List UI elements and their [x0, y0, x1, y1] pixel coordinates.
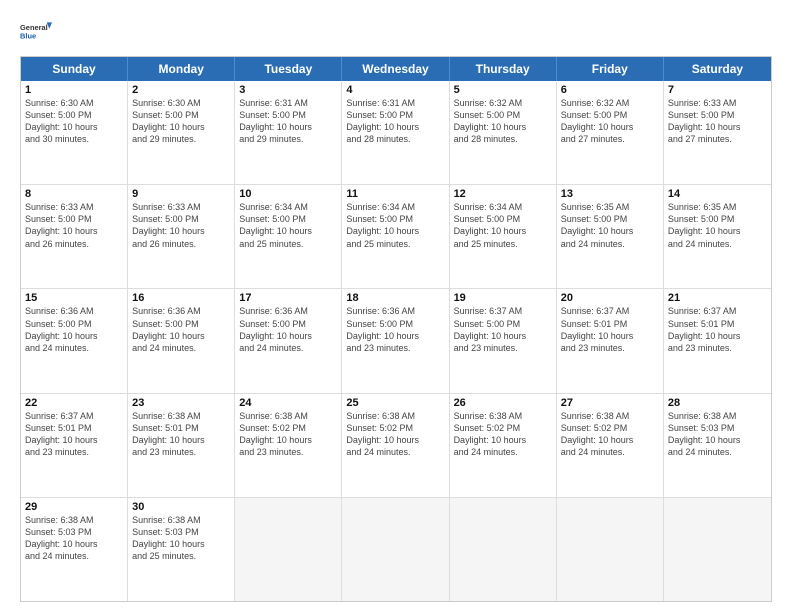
day-20: 20Sunrise: 6:37 AMSunset: 5:01 PMDayligh… — [557, 289, 664, 392]
logo: General Blue — [20, 16, 52, 48]
week-row-4: 29Sunrise: 6:38 AMSunset: 5:03 PMDayligh… — [21, 498, 771, 601]
empty-cell — [342, 498, 449, 601]
header-sunday: Sunday — [21, 57, 128, 81]
day-1: 1Sunrise: 6:30 AMSunset: 5:00 PMDaylight… — [21, 81, 128, 184]
day-7: 7Sunrise: 6:33 AMSunset: 5:00 PMDaylight… — [664, 81, 771, 184]
day-19: 19Sunrise: 6:37 AMSunset: 5:00 PMDayligh… — [450, 289, 557, 392]
header-saturday: Saturday — [664, 57, 771, 81]
day-8: 8Sunrise: 6:33 AMSunset: 5:00 PMDaylight… — [21, 185, 128, 288]
day-24: 24Sunrise: 6:38 AMSunset: 5:02 PMDayligh… — [235, 394, 342, 497]
day-23: 23Sunrise: 6:38 AMSunset: 5:01 PMDayligh… — [128, 394, 235, 497]
day-18: 18Sunrise: 6:36 AMSunset: 5:00 PMDayligh… — [342, 289, 449, 392]
page: General Blue Sunday Monday Tuesday Wedne… — [0, 0, 792, 612]
day-11: 11Sunrise: 6:34 AMSunset: 5:00 PMDayligh… — [342, 185, 449, 288]
day-22: 22Sunrise: 6:37 AMSunset: 5:01 PMDayligh… — [21, 394, 128, 497]
week-row-0: 1Sunrise: 6:30 AMSunset: 5:00 PMDaylight… — [21, 81, 771, 185]
day-4: 4Sunrise: 6:31 AMSunset: 5:00 PMDaylight… — [342, 81, 449, 184]
calendar: Sunday Monday Tuesday Wednesday Thursday… — [20, 56, 772, 602]
week-row-1: 8Sunrise: 6:33 AMSunset: 5:00 PMDaylight… — [21, 185, 771, 289]
day-17: 17Sunrise: 6:36 AMSunset: 5:00 PMDayligh… — [235, 289, 342, 392]
day-21: 21Sunrise: 6:37 AMSunset: 5:01 PMDayligh… — [664, 289, 771, 392]
day-14: 14Sunrise: 6:35 AMSunset: 5:00 PMDayligh… — [664, 185, 771, 288]
empty-cell — [235, 498, 342, 601]
empty-cell — [664, 498, 771, 601]
day-15: 15Sunrise: 6:36 AMSunset: 5:00 PMDayligh… — [21, 289, 128, 392]
day-9: 9Sunrise: 6:33 AMSunset: 5:00 PMDaylight… — [128, 185, 235, 288]
empty-cell — [450, 498, 557, 601]
day-5: 5Sunrise: 6:32 AMSunset: 5:00 PMDaylight… — [450, 81, 557, 184]
week-row-2: 15Sunrise: 6:36 AMSunset: 5:00 PMDayligh… — [21, 289, 771, 393]
day-26: 26Sunrise: 6:38 AMSunset: 5:02 PMDayligh… — [450, 394, 557, 497]
week-row-3: 22Sunrise: 6:37 AMSunset: 5:01 PMDayligh… — [21, 394, 771, 498]
day-29: 29Sunrise: 6:38 AMSunset: 5:03 PMDayligh… — [21, 498, 128, 601]
header-monday: Monday — [128, 57, 235, 81]
day-10: 10Sunrise: 6:34 AMSunset: 5:00 PMDayligh… — [235, 185, 342, 288]
day-6: 6Sunrise: 6:32 AMSunset: 5:00 PMDaylight… — [557, 81, 664, 184]
svg-text:Blue: Blue — [20, 31, 36, 40]
logo-svg: General Blue — [20, 16, 52, 48]
calendar-header: Sunday Monday Tuesday Wednesday Thursday… — [21, 57, 771, 81]
day-25: 25Sunrise: 6:38 AMSunset: 5:02 PMDayligh… — [342, 394, 449, 497]
day-3: 3Sunrise: 6:31 AMSunset: 5:00 PMDaylight… — [235, 81, 342, 184]
header-friday: Friday — [557, 57, 664, 81]
header-thursday: Thursday — [450, 57, 557, 81]
header: General Blue — [20, 16, 772, 48]
day-12: 12Sunrise: 6:34 AMSunset: 5:00 PMDayligh… — [450, 185, 557, 288]
svg-text:General: General — [20, 23, 48, 32]
day-16: 16Sunrise: 6:36 AMSunset: 5:00 PMDayligh… — [128, 289, 235, 392]
header-tuesday: Tuesday — [235, 57, 342, 81]
day-28: 28Sunrise: 6:38 AMSunset: 5:03 PMDayligh… — [664, 394, 771, 497]
header-wednesday: Wednesday — [342, 57, 449, 81]
calendar-body: 1Sunrise: 6:30 AMSunset: 5:00 PMDaylight… — [21, 81, 771, 601]
day-27: 27Sunrise: 6:38 AMSunset: 5:02 PMDayligh… — [557, 394, 664, 497]
day-30: 30Sunrise: 6:38 AMSunset: 5:03 PMDayligh… — [128, 498, 235, 601]
day-13: 13Sunrise: 6:35 AMSunset: 5:00 PMDayligh… — [557, 185, 664, 288]
day-2: 2Sunrise: 6:30 AMSunset: 5:00 PMDaylight… — [128, 81, 235, 184]
empty-cell — [557, 498, 664, 601]
